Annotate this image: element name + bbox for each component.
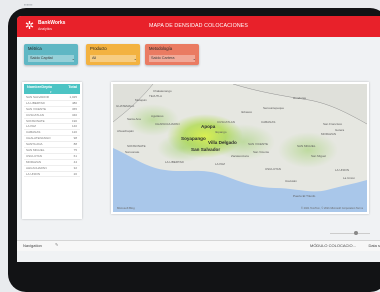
row-name: SANTA ANA: [26, 142, 43, 147]
row-name: SAN VICENTE: [26, 106, 47, 111]
map-place-label: SAN VICENTE: [248, 142, 269, 146]
row-name: MORAZAN: [26, 159, 41, 164]
filter-metodologia[interactable]: Metodología Saldo Cartera ⌄: [145, 44, 199, 65]
row-name: LA PAZ: [26, 124, 36, 129]
heat-san-miguel: [278, 132, 338, 168]
filter-metrica[interactable]: Métrica Saldo Capital ⌄: [24, 44, 78, 65]
row-total: 20: [73, 171, 77, 176]
table-header[interactable]: NombreDepto Total ▾: [24, 84, 80, 94]
map-place-label: CABANAS: [261, 120, 276, 124]
column-header-name[interactable]: NombreDepto: [27, 85, 52, 89]
row-name: LA UNION: [26, 171, 41, 176]
sort-icon[interactable]: ▾: [50, 90, 52, 94]
map-attribution-logo: Microsoft Bing: [117, 206, 135, 210]
row-total: 140: [71, 124, 77, 129]
row-name: SONSONATE: [26, 118, 45, 123]
top-note: ▪▪▪▪▪▪: [24, 2, 33, 7]
map-place-label: LA LIBERTAD: [165, 160, 184, 164]
row-name: CHALATENANGO: [26, 136, 51, 141]
map-place-label: Santa Ana: [127, 117, 141, 121]
filter-label: Producto: [90, 46, 107, 51]
filter-select[interactable]: Saldo Capital: [28, 55, 74, 62]
map-place-label: USULUTAN: [265, 167, 281, 171]
navigation-label[interactable]: Navigation: [23, 243, 42, 248]
map-place-label: La Union: [343, 176, 356, 180]
map-place-label: Gotera: [335, 128, 345, 132]
zoom-slider-track[interactable]: [330, 233, 370, 234]
map-place-label: Chalatenango: [153, 89, 172, 93]
row-name: SAN SALVADOR: [26, 95, 49, 99]
map-place-label: Villa Delgado: [208, 140, 237, 145]
map-place-label: GUATEMALA: [116, 104, 135, 108]
row-total: 190: [71, 118, 77, 123]
map-place-label: CUSCATLAN: [217, 120, 235, 124]
filter-select[interactable]: All: [90, 55, 136, 62]
filter-label: Metodología: [149, 46, 173, 51]
row-name: SAN MIGUEL: [26, 148, 45, 153]
filter-select[interactable]: Saldo Cartera: [149, 55, 195, 62]
row-total: 75: [73, 148, 77, 153]
chevron-down-icon[interactable]: ⌄: [193, 55, 196, 62]
map-place-label: Sonsonate: [125, 150, 140, 154]
map-place-label: San Salvador: [191, 147, 221, 152]
map-place-label: Ilobasco: [241, 110, 253, 114]
row-total: 120: [71, 130, 77, 135]
filter-producto[interactable]: Producto All ⌄: [86, 44, 140, 65]
map-canvas: [113, 84, 367, 212]
row-name: LA LIBERTAD: [26, 100, 45, 105]
map-place-label: Aguilares: [151, 114, 164, 118]
row-total: 340: [71, 112, 77, 117]
map-place-label: San Francisco: [323, 122, 343, 126]
row-name: CUSCATLAN: [26, 112, 44, 117]
row-total: 44: [73, 159, 77, 164]
page-tab-modulo[interactable]: MÓDULO COLOCACIO...: [310, 243, 356, 248]
map-place-label: Metapán: [135, 98, 147, 102]
pencil-icon[interactable]: ✎: [55, 242, 58, 247]
map-copyright: © 2021 TomTom, © 2021 Microsoft Corporat…: [301, 207, 363, 210]
map-place-label: San Vicente: [253, 150, 270, 154]
map-place-label: Soyapango: [181, 136, 206, 141]
map-place-label: SAN MIGUEL: [297, 144, 316, 148]
row-total: 480: [71, 100, 77, 105]
map-place-label: Ahuachapán: [117, 129, 134, 133]
row-name: CABANAS: [26, 130, 41, 135]
report-header: ✲ BankWorks Analytics MAPA DE DENSIDAD C…: [17, 16, 380, 37]
chevron-down-icon[interactable]: ⌄: [134, 55, 137, 62]
map-place-label: Puerto El Triunfo: [293, 194, 316, 198]
map-place-label: Ilopango: [215, 130, 227, 134]
table-body: SAN SALVADOR 1,025 LA LIBERTAD 480 SAN VICEN…: [24, 95, 80, 178]
map-place-label: LA PAZ: [215, 162, 225, 166]
map-place-label: Honduras: [293, 96, 307, 100]
row-total: 32: [73, 165, 77, 170]
map-place-label: Apopa: [201, 124, 216, 129]
density-map[interactable]: Chalatenango TEJUTLA GUATEMALA Metapán Aguil…: [113, 84, 367, 212]
screen: ✲ BankWorks Analytics MAPA DE DENSIDAD C…: [17, 16, 380, 262]
row-total: 88: [73, 142, 77, 147]
departments-table: NombreDepto Total ▾ SAN SALVADOR 1,025 LA …: [22, 82, 82, 219]
row-total: 1,025: [69, 95, 77, 99]
filter-label: Métrica: [28, 46, 42, 51]
zoom-slider-handle[interactable]: [354, 231, 358, 235]
page-title: MAPA DE DENSIDAD COLOCACIONES: [148, 23, 249, 29]
row-total: 98: [73, 136, 77, 141]
map-place-label: Zacatecoluca: [231, 154, 249, 158]
row-total: 61: [73, 153, 77, 158]
density-map-panel: Chalatenango TEJUTLA GUATEMALA Metapán Aguil…: [111, 82, 369, 214]
bottom-bar: Navigation ✎ MÓDULO COLOCACIO... Data s: [17, 240, 380, 251]
row-name: USULUTAN: [26, 153, 42, 158]
map-place-label: San Miguel: [311, 154, 327, 158]
table-row[interactable]: LA UNION 20: [24, 172, 80, 178]
map-place-label: Sensuntepeque: [263, 106, 285, 110]
map-place-label: Usulután: [285, 179, 297, 183]
row-total: 365: [71, 106, 77, 111]
map-place-label: CHAPACHUAPAN: [155, 122, 180, 126]
column-header-total[interactable]: Total: [68, 85, 77, 89]
map-place-label: LA UNION: [335, 168, 350, 172]
map-place-label: SONSONATE: [127, 144, 146, 148]
map-place-label: MORAZAN: [321, 132, 336, 136]
map-place-label: TEJUTLA: [149, 94, 163, 98]
chevron-down-icon[interactable]: ⌄: [72, 55, 75, 62]
page-tab-data[interactable]: Data s: [368, 243, 380, 248]
row-name: AHUACHAPAN: [26, 165, 47, 170]
